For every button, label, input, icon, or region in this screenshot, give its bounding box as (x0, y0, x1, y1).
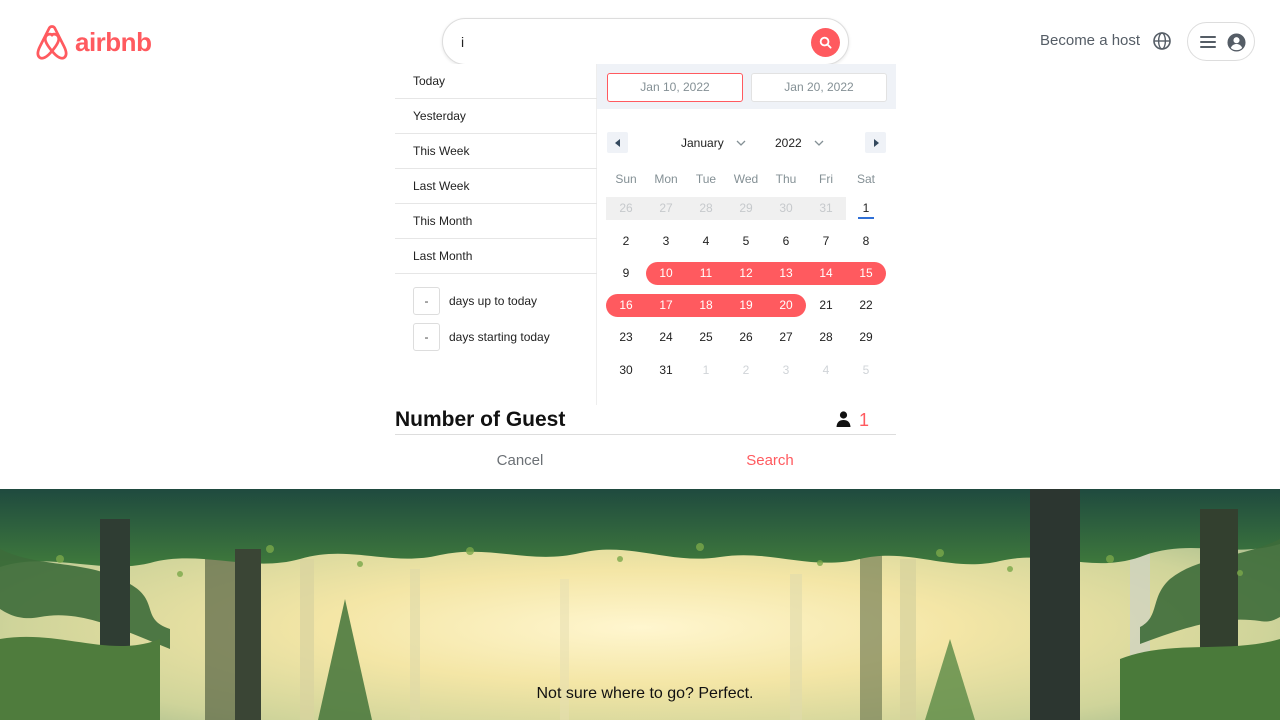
calendar-day-outside-month[interactable]: 2 (726, 359, 766, 382)
calendar-day[interactable]: 26 (726, 326, 766, 349)
caret-right-icon (873, 138, 879, 147)
search-submit-button[interactable]: Search (720, 449, 820, 471)
days-up-to-today-label: days up to today (449, 294, 538, 308)
search-icon (819, 36, 832, 49)
weekday-label: Thu (775, 172, 797, 186)
month-select-value: January (681, 136, 724, 150)
start-date-field[interactable]: Jan 10, 2022 (607, 73, 743, 102)
end-date-field[interactable]: Jan 20, 2022 (751, 73, 887, 102)
calendar-day-in-range[interactable]: 17 (646, 294, 686, 317)
calendar-day[interactable]: 21 (806, 294, 846, 317)
static-ranges: Today Yesterday This Week Last Week This… (395, 64, 597, 405)
calendar-day-in-range[interactable]: 19 (726, 294, 766, 317)
days-up-to-today-row: days up to today (413, 287, 593, 315)
calendar-day[interactable]: 28 (806, 326, 846, 349)
calendar-day[interactable]: 24 (646, 326, 686, 349)
calendar-day-outside-month[interactable]: 4 (806, 359, 846, 382)
search-button[interactable] (811, 28, 840, 57)
calendar: Jan 10, 2022 Jan 20, 2022 January 2022 S… (597, 64, 896, 405)
weekday-label: Wed (733, 172, 759, 186)
chevron-down-icon (814, 140, 824, 146)
airbnb-logo-icon (36, 25, 68, 60)
range-today[interactable]: Today (395, 64, 597, 99)
date-display: Jan 10, 2022 Jan 20, 2022 (597, 64, 896, 109)
calendar-day[interactable]: 1 (846, 197, 886, 220)
range-last-week[interactable]: Last Week (395, 169, 597, 204)
calendar-day[interactable]: 5 (726, 230, 766, 253)
year-select-value: 2022 (775, 136, 802, 150)
calendar-day-outside-month[interactable]: 26 (606, 197, 646, 220)
calendar-day-in-range[interactable]: 18 (686, 294, 726, 317)
range-this-month[interactable]: This Month (395, 204, 597, 239)
weekday-label: Fri (819, 172, 833, 186)
calendar-day-in-range[interactable]: 12 (726, 262, 766, 285)
globe-icon[interactable] (1152, 31, 1172, 51)
calendar-day-in-range[interactable]: 11 (686, 262, 726, 285)
calendar-day[interactable]: 23 (606, 326, 646, 349)
cancel-button[interactable]: Cancel (470, 449, 570, 471)
calendar-day[interactable]: 7 (806, 230, 846, 253)
hero-tagline: Not sure where to go? Perfect. (536, 685, 754, 702)
range-yesterday[interactable]: Yesterday (395, 99, 597, 134)
weekday-label: Sun (615, 172, 637, 186)
hero-banner: Not sure where to go? Perfect. (0, 489, 1280, 720)
become-host-link[interactable]: Become a host (1040, 32, 1140, 50)
calendar-day[interactable]: 31 (646, 359, 686, 382)
calendar-day-in-range[interactable]: 14 (806, 262, 846, 285)
calendar-day-outside-month[interactable]: 28 (686, 197, 726, 220)
days-up-to-today-input[interactable] (413, 287, 440, 315)
calendar-day[interactable]: 22 (846, 294, 886, 317)
today-indicator (858, 217, 874, 219)
calendar-day-in-range[interactable]: 15 (846, 262, 886, 285)
calendar-day[interactable]: 3 (646, 230, 686, 253)
calendar-day[interactable]: 27 (766, 326, 806, 349)
search-input[interactable] (461, 31, 801, 53)
weekday-label: Tue (695, 172, 717, 186)
caret-left-icon (614, 138, 620, 147)
calendar-day[interactable]: 6 (766, 230, 806, 253)
menu-icon (1200, 36, 1216, 48)
month-select[interactable]: January (681, 134, 746, 152)
days-starting-today-row: days starting today (413, 323, 593, 351)
divider (395, 434, 896, 435)
calendar-day-in-range[interactable]: 20 (766, 294, 806, 317)
year-select[interactable]: 2022 (775, 134, 824, 152)
next-month-button[interactable] (865, 132, 886, 153)
calendar-day-in-range[interactable]: 16 (606, 294, 646, 317)
date-range-picker: Today Yesterday This Week Last Week This… (395, 64, 896, 405)
calendar-day[interactable]: 4 (686, 230, 726, 253)
calendar-day-outside-month[interactable]: 5 (846, 359, 886, 382)
weekday-label: Sat (856, 172, 875, 186)
search-bar (442, 18, 849, 65)
calendar-day-in-range[interactable]: 13 (766, 262, 806, 285)
calendar-day-outside-month[interactable]: 3 (766, 359, 806, 382)
logo-wordmark: airbnb (75, 26, 152, 57)
calendar-day[interactable]: 2 (606, 230, 646, 253)
calendar-day[interactable]: 30 (606, 359, 646, 382)
weekday-label: Mon (654, 172, 678, 186)
prev-month-button[interactable] (607, 132, 628, 153)
calendar-day-outside-month[interactable]: 30 (766, 197, 806, 220)
calendar-day[interactable]: 8 (846, 230, 886, 253)
guests-label: Number of Guest (395, 408, 566, 431)
calendar-day-outside-month[interactable]: 1 (686, 359, 726, 382)
calendar-day-outside-month[interactable]: 27 (646, 197, 686, 220)
user-menu-button[interactable] (1187, 22, 1255, 61)
airbnb-logo[interactable]: airbnb (35, 22, 152, 62)
calendar-day[interactable]: 29 (846, 326, 886, 349)
person-icon (836, 411, 851, 427)
calendar-day-outside-month[interactable]: 31 (806, 197, 846, 220)
guest-count[interactable]: 1 (859, 409, 869, 431)
calendar-day[interactable]: 9 (606, 262, 646, 285)
range-last-month[interactable]: Last Month (395, 239, 597, 274)
days-starting-today-input[interactable] (413, 323, 440, 351)
user-avatar-icon (1227, 33, 1246, 52)
calendar-day-outside-month[interactable]: 29 (726, 197, 766, 220)
range-this-week[interactable]: This Week (395, 134, 597, 169)
chevron-down-icon (736, 140, 746, 146)
calendar-day-in-range[interactable]: 10 (646, 262, 686, 285)
calendar-day[interactable]: 25 (686, 326, 726, 349)
days-starting-today-label: days starting today (449, 330, 550, 344)
